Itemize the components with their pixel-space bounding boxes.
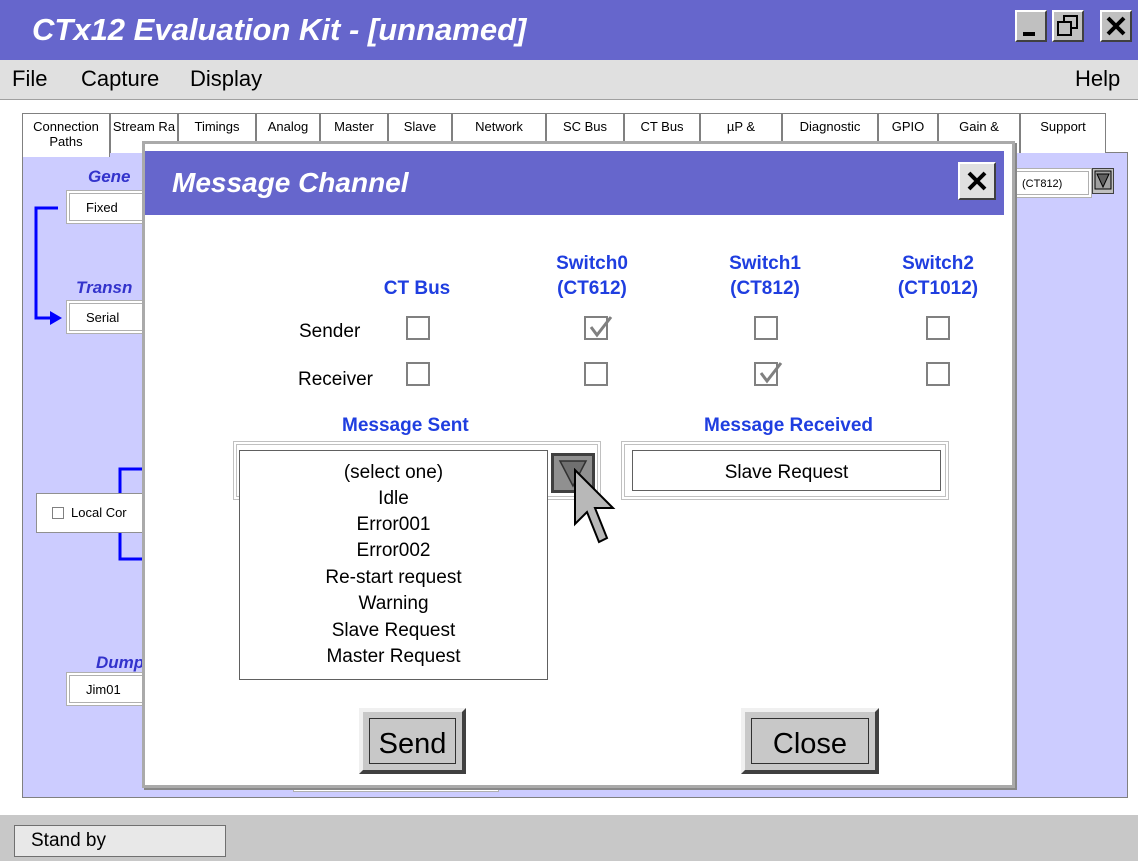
row-label-receiver: Receiver xyxy=(298,369,373,390)
minimize-button[interactable] xyxy=(1015,10,1047,42)
chevron-down-icon xyxy=(1094,170,1112,190)
message-received-value: Slave Request xyxy=(632,450,941,491)
close-button-label: Close xyxy=(751,718,869,764)
restore-icon xyxy=(1057,15,1078,36)
menu-capture[interactable]: Capture xyxy=(81,66,159,92)
send-button-label: Send xyxy=(369,718,456,764)
receiver-switch0-checkbox[interactable] xyxy=(584,362,608,386)
message-sent-heading: Message Sent xyxy=(342,415,469,436)
tab-support[interactable]: Support xyxy=(1020,113,1106,153)
option-error002[interactable]: Error002 xyxy=(240,540,547,562)
dump-heading: Dump xyxy=(96,653,145,672)
option-idle[interactable]: Idle xyxy=(240,488,547,510)
minimize-icon xyxy=(1023,32,1035,36)
dialog-close-button[interactable] xyxy=(958,162,996,200)
switch-select[interactable]: (CT812) xyxy=(1012,168,1092,198)
field-remnant xyxy=(293,788,499,792)
message-received-heading: Message Received xyxy=(704,415,873,436)
option-restart-request[interactable]: Re-start request xyxy=(240,567,547,589)
menu-display[interactable]: Display xyxy=(190,66,262,92)
option-slave-request[interactable]: Slave Request xyxy=(240,620,547,642)
send-button[interactable]: Send xyxy=(359,708,466,774)
column-switch2: Switch2 (CT1012) xyxy=(897,253,979,299)
menu-file[interactable]: File xyxy=(12,66,47,92)
dump-field[interactable]: Jim01 xyxy=(66,672,146,706)
receiver-switch1-checkbox[interactable] xyxy=(754,362,783,386)
dialog-title: Message Channel xyxy=(172,167,409,198)
option-warning[interactable]: Warning xyxy=(240,593,547,615)
switch-select-button[interactable] xyxy=(1092,168,1114,194)
sender-switch1-checkbox[interactable] xyxy=(754,316,778,340)
sender-switch2-checkbox[interactable] xyxy=(926,316,950,340)
checkmark-icon xyxy=(589,316,613,338)
row-label-sender: Sender xyxy=(299,321,361,342)
close-dialog-button[interactable]: Close xyxy=(741,708,879,774)
receiver-ct-bus-checkbox[interactable] xyxy=(406,362,430,386)
close-button[interactable] xyxy=(1100,10,1132,42)
column-ct-bus: CT Bus xyxy=(383,278,451,299)
sender-switch0-checkbox[interactable] xyxy=(584,316,613,340)
close-icon xyxy=(1106,16,1126,36)
column-switch1: Switch1 (CT812) xyxy=(729,253,801,299)
sender-ct-bus-checkbox[interactable] xyxy=(406,316,430,340)
window-title: CTx12 Evaluation Kit - [unnamed] xyxy=(32,12,527,47)
column-switch0: Switch0 (CT612) xyxy=(556,253,628,299)
close-icon xyxy=(967,171,987,191)
tab-connection-paths[interactable]: Connection Paths xyxy=(22,113,110,157)
option-error001[interactable]: Error001 xyxy=(240,514,547,536)
message-sent-dropdown-list[interactable]: (select one) Idle Error001 Error002 Re-s… xyxy=(239,450,548,680)
status-text: Stand by xyxy=(14,825,226,857)
option-master-request[interactable]: Master Request xyxy=(240,646,547,668)
option-select-one[interactable]: (select one) xyxy=(240,462,547,484)
menu-bar xyxy=(0,60,1138,100)
mouse-cursor-icon xyxy=(574,468,616,544)
local-control-label: Local Cor xyxy=(71,505,127,520)
general-heading: Gene xyxy=(88,167,131,186)
checkmark-icon xyxy=(759,362,783,384)
menu-help[interactable]: Help xyxy=(1075,66,1120,92)
local-control-checkbox[interactable] xyxy=(52,507,64,519)
receiver-switch2-checkbox[interactable] xyxy=(926,362,950,386)
restore-button[interactable] xyxy=(1052,10,1084,42)
